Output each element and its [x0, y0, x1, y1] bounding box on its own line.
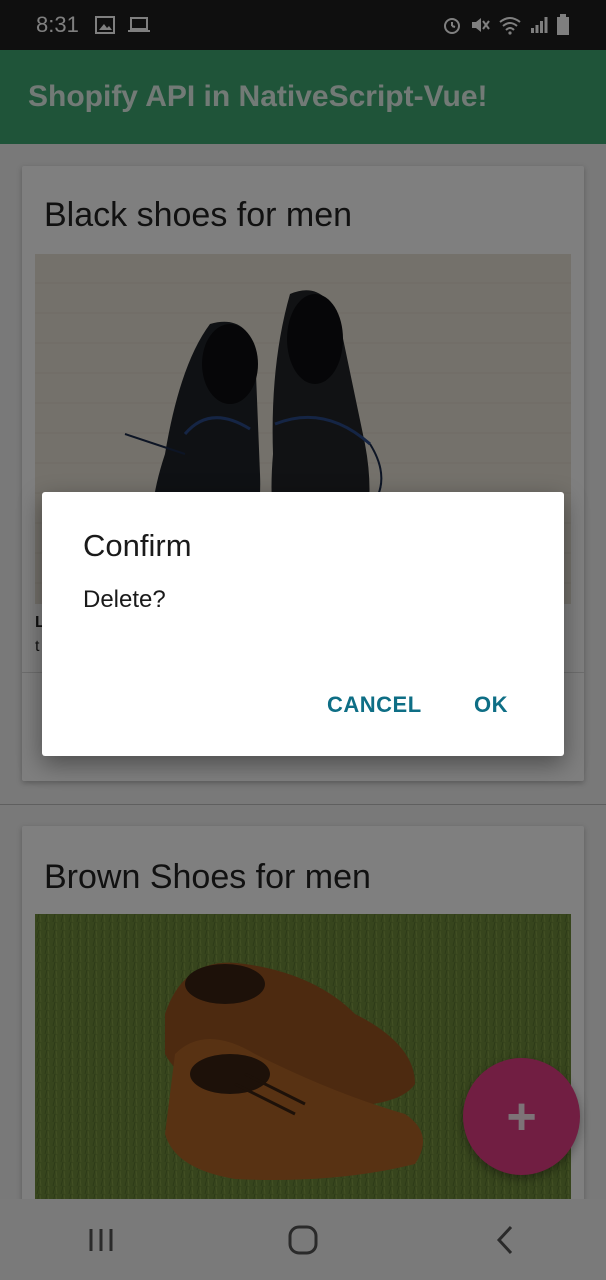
cancel-button[interactable]: CANCEL: [327, 692, 422, 718]
dialog-message: Delete?: [83, 586, 166, 613]
ok-button[interactable]: OK: [474, 692, 508, 718]
confirm-dialog: Confirm Delete? CANCEL OK: [42, 492, 564, 756]
dialog-title: Confirm: [83, 528, 192, 563]
